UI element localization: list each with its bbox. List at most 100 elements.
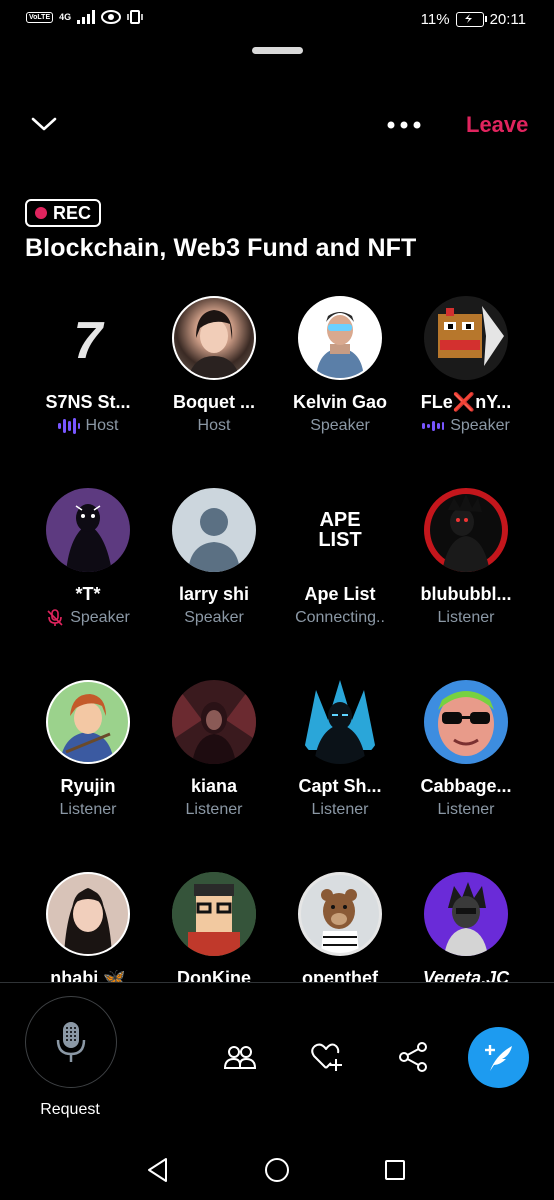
eye-icon [101, 10, 122, 24]
participant-name: nhabi 🦋 [50, 968, 126, 982]
participant-role: Listener [437, 801, 495, 818]
participant-card[interactable]: openthef [277, 872, 403, 982]
participant-role: Listener [437, 609, 495, 626]
participant-card[interactable]: nhabi 🦋 [25, 872, 151, 982]
participant-card[interactable]: 7 S7NS St... Host [25, 296, 151, 435]
divider [0, 982, 554, 983]
avatar: APE LIST [298, 488, 382, 572]
rec-badge: REC [25, 199, 102, 227]
default-user-icon [188, 508, 240, 572]
participant-role: Connecting.. [295, 609, 385, 626]
participant-card[interactable]: FLe❌nY... Speaker [403, 296, 529, 435]
request-mic-button[interactable] [25, 996, 117, 1088]
avatar [424, 680, 508, 764]
avatar [172, 296, 256, 380]
participant-name: Ryujin [60, 776, 116, 796]
ape-list-logo: APE LIST [318, 509, 361, 551]
space-title: Blockchain, Web3 Fund and NFT [25, 234, 417, 262]
participant-name: blububbl... [420, 584, 512, 604]
signal-icon [77, 10, 96, 24]
participant-card[interactable]: *T* Speaker [25, 488, 151, 627]
participant-name: Kelvin Gao [292, 392, 388, 412]
participant-card[interactable]: Vegeta.JC [403, 872, 529, 982]
people-icon[interactable] [223, 1040, 257, 1074]
back-icon[interactable] [146, 1157, 170, 1183]
participant-role: Speaker [184, 609, 244, 626]
participants-grid: 7 S7NS St... Host Boquet ... Host Kelvin… [0, 294, 554, 982]
avatar [172, 680, 256, 764]
participant-card[interactable]: blububbl... Listener [403, 488, 529, 627]
participant-card[interactable]: Ryujin Listener [25, 680, 151, 819]
svg-text:7: 7 [74, 312, 105, 370]
participant-name: Capt Sh... [298, 776, 382, 796]
avatar [298, 680, 382, 764]
compose-tweet-button[interactable] [468, 1027, 529, 1088]
participant-name: openthef [302, 968, 378, 982]
participant-role: Listener [185, 801, 243, 818]
share-icon[interactable] [396, 1040, 430, 1074]
more-options-icon[interactable] [386, 120, 422, 130]
avatar [424, 872, 508, 956]
vibrate-icon [127, 10, 143, 24]
participant-name: *T* [75, 584, 101, 604]
leave-button[interactable]: Leave [466, 112, 528, 138]
system-nav-bar [0, 1140, 554, 1200]
battery-percent: 11% [420, 11, 450, 28]
participant-card[interactable]: kiana Listener [151, 680, 277, 819]
participant-card[interactable]: Capt Sh... Listener [277, 680, 403, 819]
participant-name: Cabbage... [420, 776, 512, 796]
participant-name: S7NS St... [45, 392, 131, 412]
participant-card[interactable]: APE LIST Ape List Connecting.. [277, 488, 403, 627]
participant-role: Host [197, 417, 231, 434]
participant-name: DonKine [177, 968, 251, 982]
speaking-dots-icon [422, 421, 445, 431]
clock: 20:11 [489, 11, 526, 28]
status-bar: VoLTE 4G 11% 20:11 [0, 0, 554, 40]
avatar [424, 488, 508, 572]
collapse-chevron-icon[interactable] [30, 114, 58, 134]
avatar [46, 872, 130, 956]
request-label: Request [40, 1101, 100, 1118]
participant-card[interactable]: Boquet ... Host [151, 296, 277, 435]
rec-dot-icon [35, 207, 47, 219]
participant-role: Host [85, 417, 119, 434]
speaking-bars-icon [57, 418, 80, 434]
muted-mic-icon [47, 609, 63, 626]
participant-role: Speaker [310, 417, 370, 434]
avatar [298, 296, 382, 380]
participant-card[interactable]: larry shi Speaker [151, 488, 277, 627]
compose-icon [484, 1044, 512, 1071]
participant-name: larry shi [178, 584, 250, 604]
participant-name: Boquet ... [173, 392, 255, 412]
home-icon[interactable] [264, 1157, 290, 1183]
recents-icon[interactable] [384, 1159, 406, 1181]
participant-role: Speaker [450, 417, 510, 434]
participant-card[interactable]: Cabbage... Listener [403, 680, 529, 819]
participant-card[interactable]: DonKine [151, 872, 277, 982]
volte-badge: VoLTE [26, 11, 54, 23]
avatar [172, 872, 256, 956]
participant-role: Listener [59, 801, 117, 818]
participant-card[interactable]: Kelvin Gao Speaker [277, 296, 403, 435]
participant-name: FLe❌nY... [420, 392, 512, 412]
s7ns-logo: 7 [74, 312, 105, 370]
avatar [424, 296, 508, 380]
svg-text:APE: APE [319, 509, 360, 531]
avatar [298, 872, 382, 956]
avatar [46, 488, 130, 572]
rec-label: REC [53, 202, 92, 223]
heart-plus-icon[interactable] [309, 1040, 343, 1074]
participant-role: Speaker [70, 609, 130, 626]
battery-icon [455, 12, 487, 27]
participant-name: kiana [190, 776, 238, 796]
network-label: 4G [59, 12, 72, 22]
avatar [46, 680, 130, 764]
participant-name: Vegeta.JC [422, 968, 510, 982]
mic-icon [56, 1022, 86, 1062]
participant-role: Listener [311, 801, 369, 818]
avatar [172, 488, 256, 572]
drag-handle[interactable] [252, 47, 303, 54]
svg-text:LIST: LIST [318, 529, 361, 551]
participant-name: Ape List [304, 584, 376, 604]
avatar: 7 [46, 296, 130, 380]
